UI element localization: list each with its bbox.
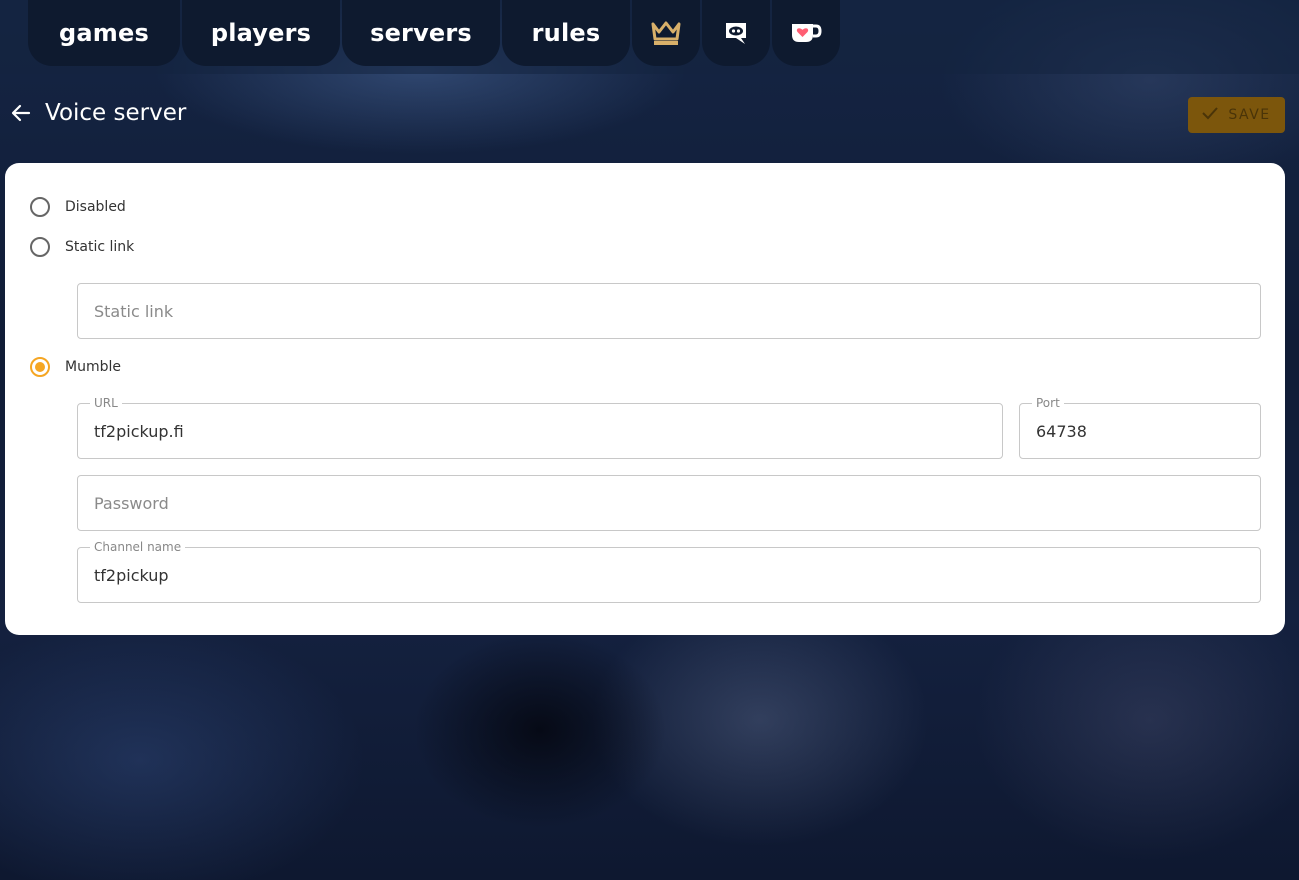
nav-games[interactable]: games (28, 0, 180, 66)
url-label: URL (90, 396, 122, 410)
nav-servers[interactable]: servers (342, 0, 500, 66)
radio-label-mumble: Mumble (65, 359, 121, 375)
port-label: Port (1032, 396, 1064, 410)
top-bar: games players servers rules (0, 0, 1299, 74)
mumble-url-field[interactable]: URL tf2pickup.fi (77, 396, 1003, 459)
radio-label-static-link: Static link (65, 239, 135, 255)
port-value: 64738 (1036, 422, 1087, 441)
mumble-port-field[interactable]: Port 64738 (1019, 396, 1261, 459)
crown-icon (651, 20, 681, 46)
radio-disabled[interactable]: Disabled (30, 195, 126, 219)
save-label: SAVE (1228, 107, 1271, 123)
voice-server-card: Disabled Static link Static link Mumble … (5, 163, 1285, 635)
nav-discord[interactable] (702, 0, 770, 66)
mumble-password-field[interactable]: Password (77, 475, 1261, 531)
nav-hall-of-fame[interactable] (632, 0, 700, 66)
static-link-field[interactable]: Static link (77, 283, 1261, 339)
page-header: Voice server SAVE (0, 96, 1299, 136)
nav-players[interactable]: players (182, 0, 340, 66)
radio-static-link[interactable]: Static link (30, 235, 134, 259)
save-button[interactable]: SAVE (1188, 97, 1285, 133)
channel-value: tf2pickup (94, 566, 169, 585)
main-nav: games players servers rules (28, 0, 842, 66)
url-value: tf2pickup.fi (94, 422, 184, 441)
radio-button-static-link[interactable] (30, 237, 50, 257)
static-link-placeholder: Static link (94, 302, 174, 321)
radio-button-disabled[interactable] (30, 197, 50, 217)
nav-ko-fi[interactable] (772, 0, 840, 66)
mumble-channel-field[interactable]: Channel name tf2pickup (77, 540, 1261, 603)
ko-fi-icon (790, 21, 822, 45)
radio-mumble[interactable]: Mumble (30, 355, 121, 379)
discord-icon (723, 20, 749, 46)
back-button[interactable] (8, 102, 34, 128)
page-title: Voice server (45, 100, 187, 126)
nav-rules[interactable]: rules (502, 0, 630, 66)
arrow-left-icon (11, 103, 31, 127)
channel-label: Channel name (90, 540, 186, 554)
password-placeholder: Password (94, 494, 169, 513)
radio-label-disabled: Disabled (65, 199, 126, 215)
radio-button-mumble[interactable] (30, 357, 50, 377)
check-icon (1202, 106, 1219, 124)
